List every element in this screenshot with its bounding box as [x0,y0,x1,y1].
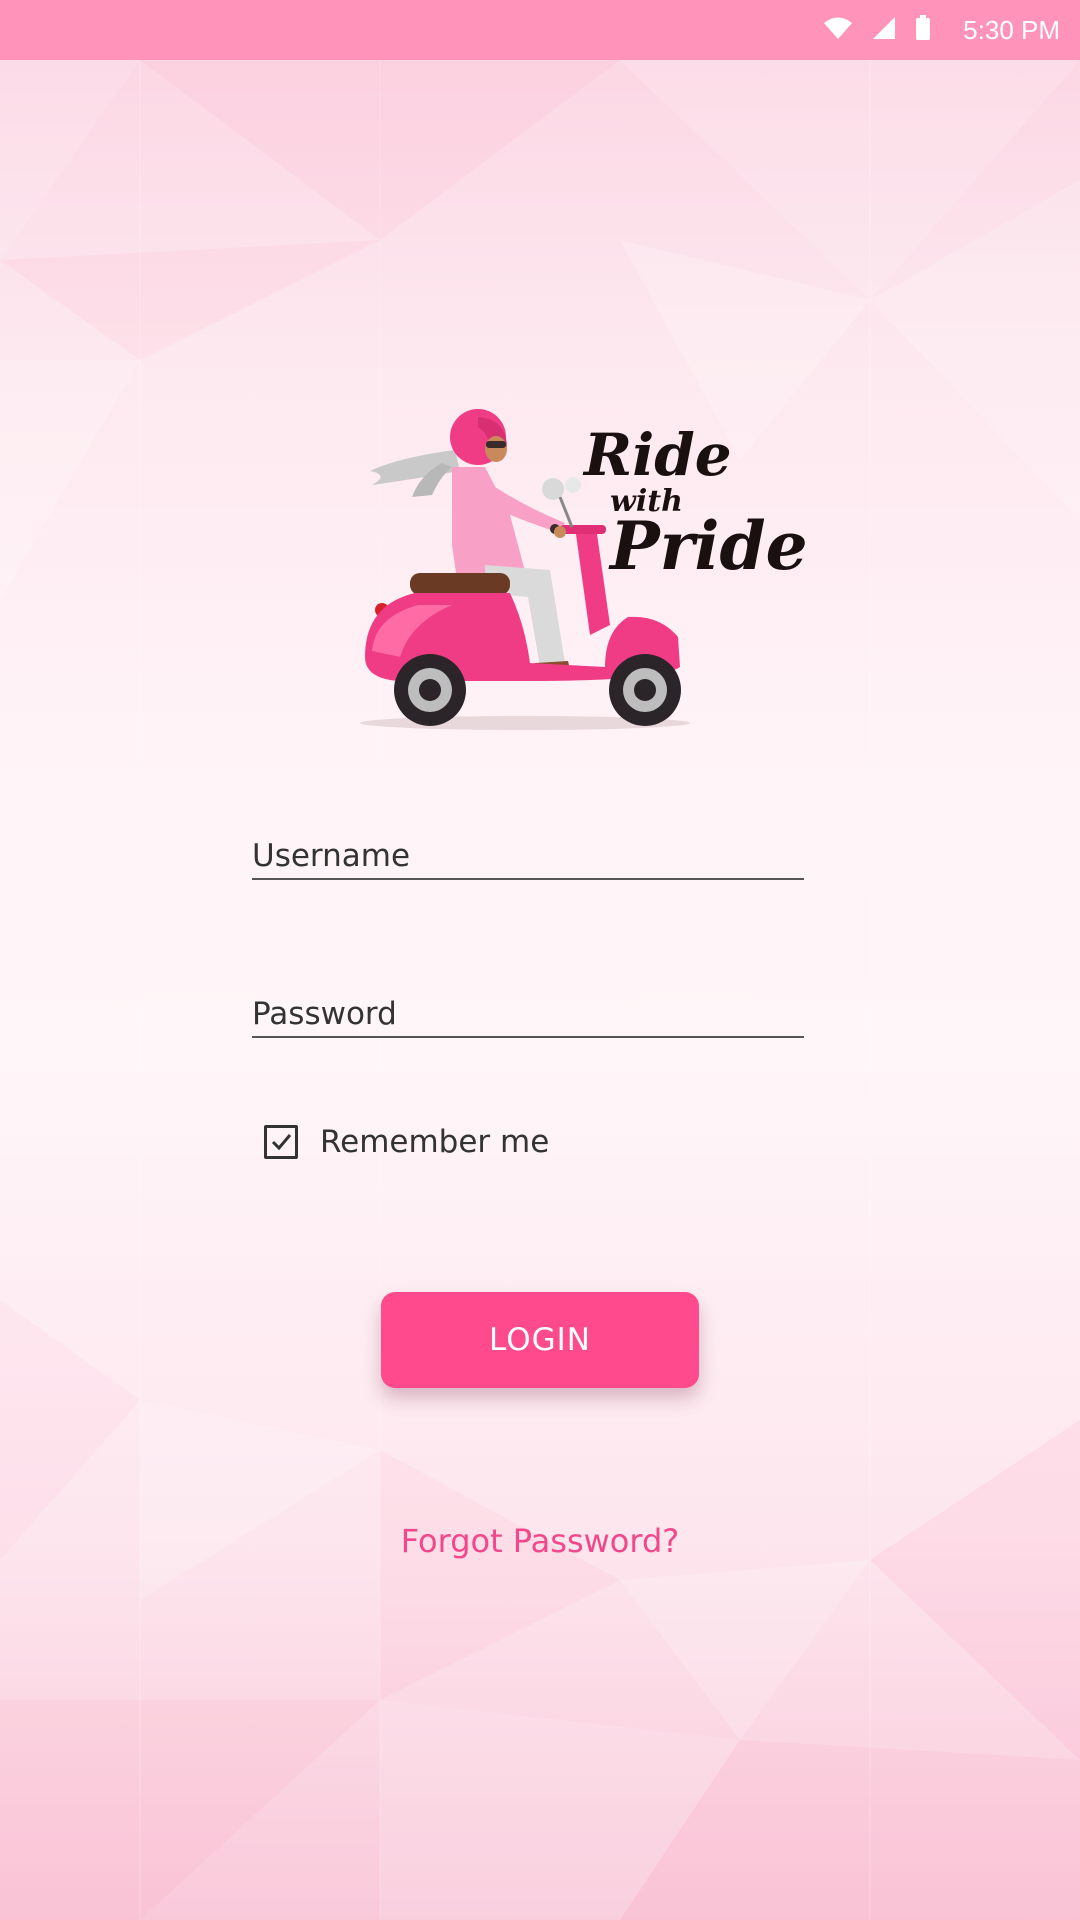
remember-me-label: Remember me [320,1124,550,1160]
status-bar: 5:30 PM [0,0,1080,60]
ride-with-pride-logo: Ride with Pride [360,409,808,730]
password-field[interactable] [252,976,804,1038]
wifi-icon [823,16,853,44]
checkmark-icon [271,1134,292,1151]
status-time: 5:30 PM [963,14,1060,45]
status-icons: 5:30 PM [823,0,1060,60]
logo-word-ride: Ride [582,421,732,489]
forgot-password-link[interactable]: Forgot Password? [0,1522,1080,1560]
login-button[interactable]: LOGIN [381,1292,699,1388]
remember-me-row[interactable]: Remember me [264,1124,549,1160]
logo-word-pride: Pride [608,507,808,585]
cellular-signal-icon [871,15,897,45]
battery-icon [915,15,931,45]
password-input[interactable] [252,996,804,1032]
remember-me-checkbox[interactable] [264,1125,298,1159]
username-field[interactable] [252,818,804,880]
username-input[interactable] [252,838,804,874]
background-pattern [0,60,1080,1920]
